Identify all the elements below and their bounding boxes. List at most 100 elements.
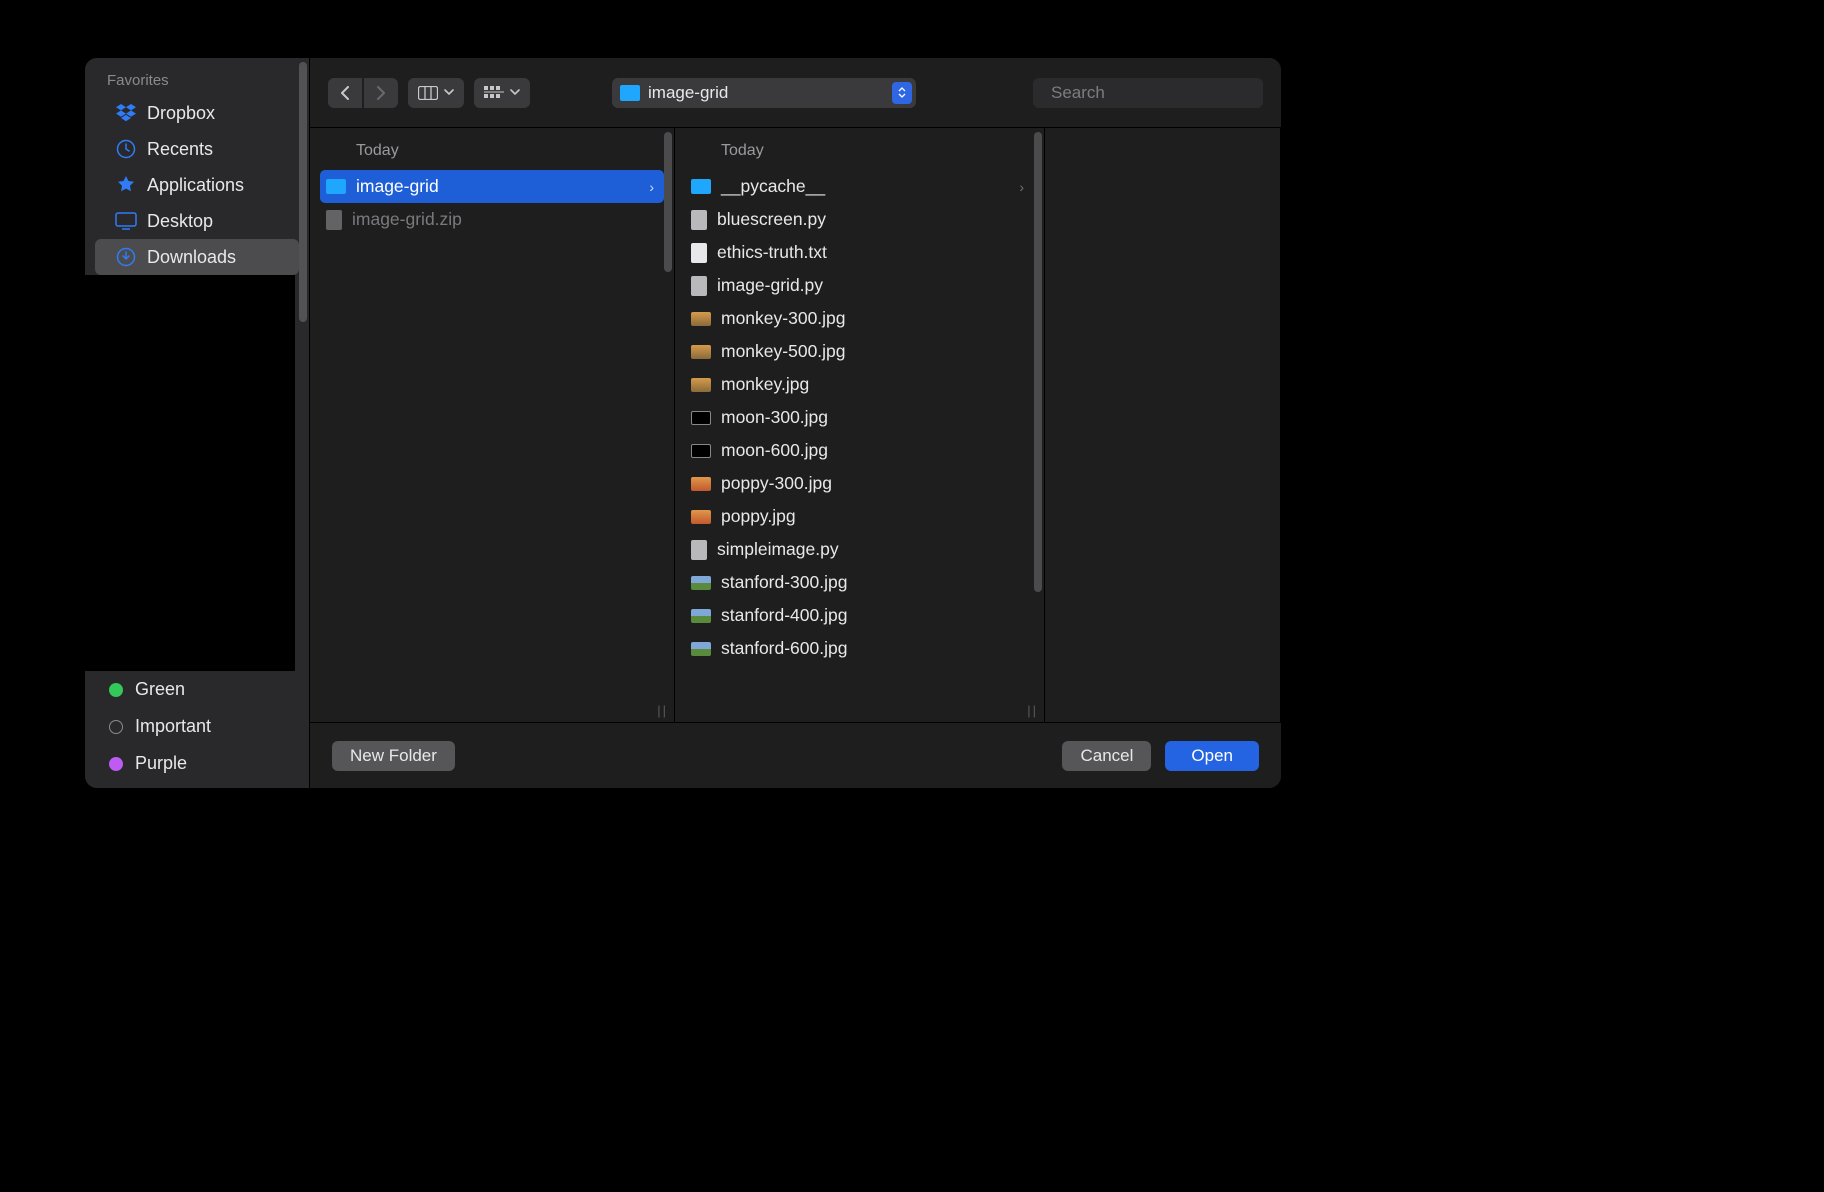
cancel-button[interactable]: Cancel <box>1062 741 1151 771</box>
forward-button[interactable] <box>364 78 398 108</box>
file-name: monkey-300.jpg <box>721 308 846 329</box>
file-row[interactable]: __pycache__› <box>685 170 1034 203</box>
file-name: poppy-300.jpg <box>721 473 832 494</box>
file-icon <box>691 345 711 359</box>
file-icon <box>691 276 707 296</box>
nav-buttons <box>328 78 398 108</box>
favorites-header: Favorites <box>85 58 309 95</box>
file-row[interactable]: stanford-600.jpg <box>685 632 1034 665</box>
sidebar-item-applications[interactable]: Applications <box>95 167 299 203</box>
file-icon <box>691 576 711 590</box>
file-row[interactable]: poppy-300.jpg <box>685 467 1034 500</box>
search-input[interactable] <box>1051 83 1272 103</box>
chevron-right-icon: › <box>1019 179 1024 195</box>
file-row[interactable]: monkey-300.jpg <box>685 302 1034 335</box>
file-name: moon-300.jpg <box>721 407 828 428</box>
file-name: ethics-truth.txt <box>717 242 827 263</box>
folder-icon <box>326 179 346 194</box>
file-row[interactable]: moon-300.jpg <box>685 401 1034 434</box>
sidebar-item-label: Downloads <box>147 247 236 268</box>
file-row[interactable]: image-grid.zip <box>320 203 664 236</box>
file-icon <box>691 411 711 425</box>
file-name: simpleimage.py <box>717 539 839 560</box>
file-row[interactable]: stanford-300.jpg <box>685 566 1034 599</box>
view-columns-button[interactable] <box>408 78 464 108</box>
download-icon <box>115 246 137 268</box>
file-name: stanford-400.jpg <box>721 605 847 626</box>
file-row[interactable]: poppy.jpg <box>685 500 1034 533</box>
tag-purple[interactable]: Purple <box>85 745 309 782</box>
file-name: moon-600.jpg <box>721 440 828 461</box>
file-row[interactable]: bluescreen.py <box>685 203 1034 236</box>
group-button[interactable] <box>474 78 530 108</box>
file-row[interactable]: moon-600.jpg <box>685 434 1034 467</box>
sidebar-item-label: Dropbox <box>147 103 215 124</box>
tag-label: Important <box>135 716 211 737</box>
file-icon <box>691 609 711 623</box>
applications-icon <box>115 174 137 196</box>
tag-dot-green-icon <box>109 683 123 697</box>
back-button[interactable] <box>328 78 362 108</box>
open-button[interactable]: Open <box>1165 741 1259 771</box>
folder-icon <box>691 179 711 194</box>
column-header: Today <box>675 128 1044 170</box>
file-row[interactable]: image-grid.py <box>685 269 1034 302</box>
file-name: monkey.jpg <box>721 374 809 395</box>
sidebar: Favorites Dropbox Recents <box>85 58 310 788</box>
file-icon <box>691 378 711 392</box>
tag-green[interactable]: Green <box>85 671 309 708</box>
column-3 <box>1045 128 1281 722</box>
file-icon <box>691 210 707 230</box>
file-columns: Today image-grid › image-grid.zip || Today… <box>310 128 1281 722</box>
open-file-dialog: Favorites Dropbox Recents <box>85 58 1281 788</box>
path-label: image-grid <box>648 83 728 103</box>
file-name: image-grid.zip <box>352 209 462 230</box>
file-row[interactable]: image-grid › <box>320 170 664 203</box>
column-resize-handle[interactable]: || <box>657 703 668 718</box>
file-name: stanford-300.jpg <box>721 572 847 593</box>
tag-important[interactable]: Important <box>85 708 309 745</box>
path-dropdown[interactable]: image-grid <box>612 78 916 108</box>
file-icon <box>691 540 707 560</box>
folder-icon <box>620 85 640 101</box>
file-row[interactable]: simpleimage.py <box>685 533 1034 566</box>
sidebar-item-desktop[interactable]: Desktop <box>95 203 299 239</box>
file-row[interactable]: monkey-500.jpg <box>685 335 1034 368</box>
file-icon <box>691 312 711 326</box>
file-icon <box>691 477 711 491</box>
chevron-down-icon <box>444 89 454 96</box>
file-row[interactable]: ethics-truth.txt <box>685 236 1034 269</box>
tag-label: Green <box>135 679 185 700</box>
main-area: Favorites Dropbox Recents <box>85 58 1281 788</box>
updown-icon <box>892 82 912 104</box>
column-resize-handle[interactable]: || <box>1027 703 1038 718</box>
file-row[interactable]: monkey.jpg <box>685 368 1034 401</box>
file-icon <box>691 642 711 656</box>
new-folder-button[interactable]: New Folder <box>332 741 455 771</box>
file-name: poppy.jpg <box>721 506 796 527</box>
chevron-down-icon <box>510 89 520 96</box>
file-icon <box>691 243 707 263</box>
file-name: image-grid <box>356 176 439 197</box>
file-icon <box>691 444 711 458</box>
file-name: bluescreen.py <box>717 209 826 230</box>
sidebar-item-label: Recents <box>147 139 213 160</box>
file-icon <box>691 510 711 524</box>
chevron-right-icon: › <box>649 179 654 195</box>
column-1: Today image-grid › image-grid.zip || <box>310 128 675 722</box>
file-icon <box>326 210 342 230</box>
sidebar-favorites: Favorites Dropbox Recents <box>85 58 309 275</box>
column-header: Today <box>310 128 674 170</box>
file-name: stanford-600.jpg <box>721 638 847 659</box>
sidebar-item-recents[interactable]: Recents <box>95 131 299 167</box>
group-icon <box>484 86 504 100</box>
clock-icon <box>115 138 137 160</box>
tag-label: Purple <box>135 753 187 774</box>
sidebar-scrollbar[interactable] <box>299 62 307 322</box>
sidebar-item-label: Desktop <box>147 211 213 232</box>
file-row[interactable]: stanford-400.jpg <box>685 599 1034 632</box>
sidebar-spacer <box>85 275 295 671</box>
search-field[interactable] <box>1033 78 1263 108</box>
sidebar-item-dropbox[interactable]: Dropbox <box>95 95 299 131</box>
sidebar-item-downloads[interactable]: Downloads <box>95 239 299 275</box>
